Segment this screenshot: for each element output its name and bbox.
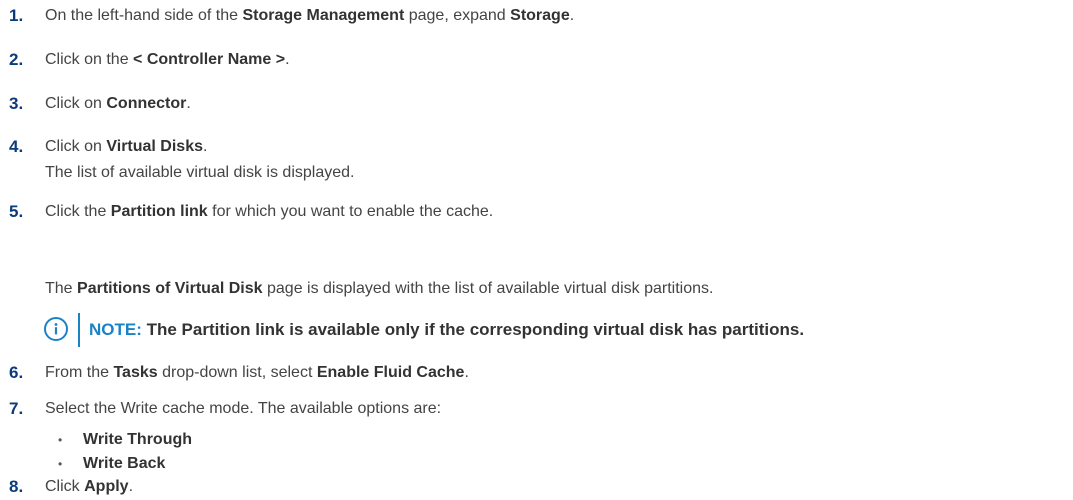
step-text: Click Apply. (45, 478, 134, 495)
note-label: NOTE: (89, 320, 142, 339)
step-number: 2. (9, 50, 24, 69)
step-6: 6. From the Tasks drop-down list, select… (9, 360, 1069, 386)
bullet-icon: • (58, 433, 63, 447)
step-3: 3. Click on Connector. (9, 91, 1069, 117)
option-label: Write Through (83, 431, 193, 448)
step-4: 4. Click on Virtual Disks. (9, 134, 1069, 160)
step-number: 6. (9, 363, 24, 382)
step-7: 7. Select the Write cache mode. The avai… (9, 396, 1069, 422)
step-text: On the left-hand side of the Storage Man… (45, 7, 575, 24)
step-5: 5. Click the Partition link for which yo… (9, 199, 1069, 225)
step-text: Select the Write cache mode. The availab… (45, 400, 442, 417)
step-4-result: The list of available virtual disk is di… (45, 164, 355, 181)
step-2: 2. Click on the < Controller Name >. (9, 47, 1069, 73)
step-number: 5. (9, 202, 24, 221)
step-text: Click on Connector. (45, 95, 191, 112)
step-number: 3. (9, 94, 24, 113)
step-text: Click the Partition link for which you w… (45, 203, 494, 220)
step-number: 4. (9, 137, 24, 156)
step-1: 1. On the left-hand side of the Storage … (9, 3, 1069, 29)
step-number: 7. (9, 399, 24, 418)
step-text: From the Tasks drop-down list, select En… (45, 364, 469, 381)
note-text: NOTE: The Partition link is available on… (89, 320, 805, 339)
step-number: 8. (9, 477, 24, 496)
note-divider (78, 313, 80, 347)
procedure-document: 1. On the left-hand side of the Storage … (0, 0, 1073, 496)
step-text: Click on the < Controller Name >. (45, 51, 290, 68)
step-text: Click on Virtual Disks. (45, 138, 208, 155)
info-icon (44, 317, 68, 341)
step-5-result: The Partitions of Virtual Disk page is d… (45, 280, 714, 297)
step-8: 8. Click Apply. (9, 474, 1069, 500)
step-number: 1. (9, 6, 24, 25)
